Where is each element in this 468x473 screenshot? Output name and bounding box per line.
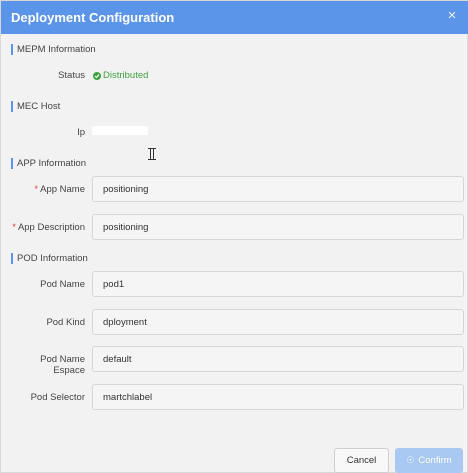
app-name-label: * App Name: [11, 184, 85, 195]
app-name-input[interactable]: positioning: [92, 176, 464, 202]
ip-label: Ip: [77, 127, 85, 138]
pod-kind-label: Pod Kind: [46, 317, 85, 328]
status-value: Distributed: [103, 70, 149, 81]
check-circle-icon: [93, 71, 101, 80]
dialog-header: Deployment Configuration ×: [1, 1, 468, 34]
ip-value-redacted: [92, 126, 148, 135]
pod-selector-label: Pod Selector: [30, 392, 85, 403]
pod-name-label: Pod Name: [40, 279, 85, 290]
status-badge: Distributed: [93, 70, 148, 81]
dialog-title: Deployment Configuration: [11, 10, 175, 25]
required-marker: *: [34, 184, 39, 195]
close-icon[interactable]: ×: [445, 8, 459, 23]
text-cursor: [148, 148, 156, 160]
app-name-label-text: App Name: [40, 184, 85, 195]
pod-selector-input[interactable]: martchlabel: [92, 384, 464, 410]
status-label: Status: [58, 70, 85, 81]
app-description-label-text: App Description: [17, 222, 85, 233]
section-pod-information: POD Information: [11, 253, 88, 264]
section-app-information: APP Information: [11, 158, 86, 169]
app-description-input[interactable]: positioning: [92, 214, 464, 240]
confirm-button[interactable]: ☉ Confirm: [395, 448, 463, 473]
pod-namespace-input[interactable]: default: [92, 346, 464, 372]
section-mepm-information: MEPM Information: [11, 44, 96, 55]
section-mec-host: MEC Host: [11, 101, 60, 112]
app-description-label: * App Description: [11, 222, 85, 233]
cancel-button[interactable]: Cancel: [334, 448, 389, 473]
deployment-configuration-dialog: Deployment Configuration × MEPM Informat…: [0, 0, 468, 473]
pod-name-input[interactable]: pod1: [92, 271, 464, 297]
pod-kind-input[interactable]: dployment: [92, 309, 464, 335]
required-marker: *: [12, 222, 16, 233]
pod-namespace-label: Pod Name Espace: [40, 354, 85, 376]
confirm-button-label: Confirm: [418, 455, 452, 466]
loading-icon: ☉: [406, 455, 415, 465]
